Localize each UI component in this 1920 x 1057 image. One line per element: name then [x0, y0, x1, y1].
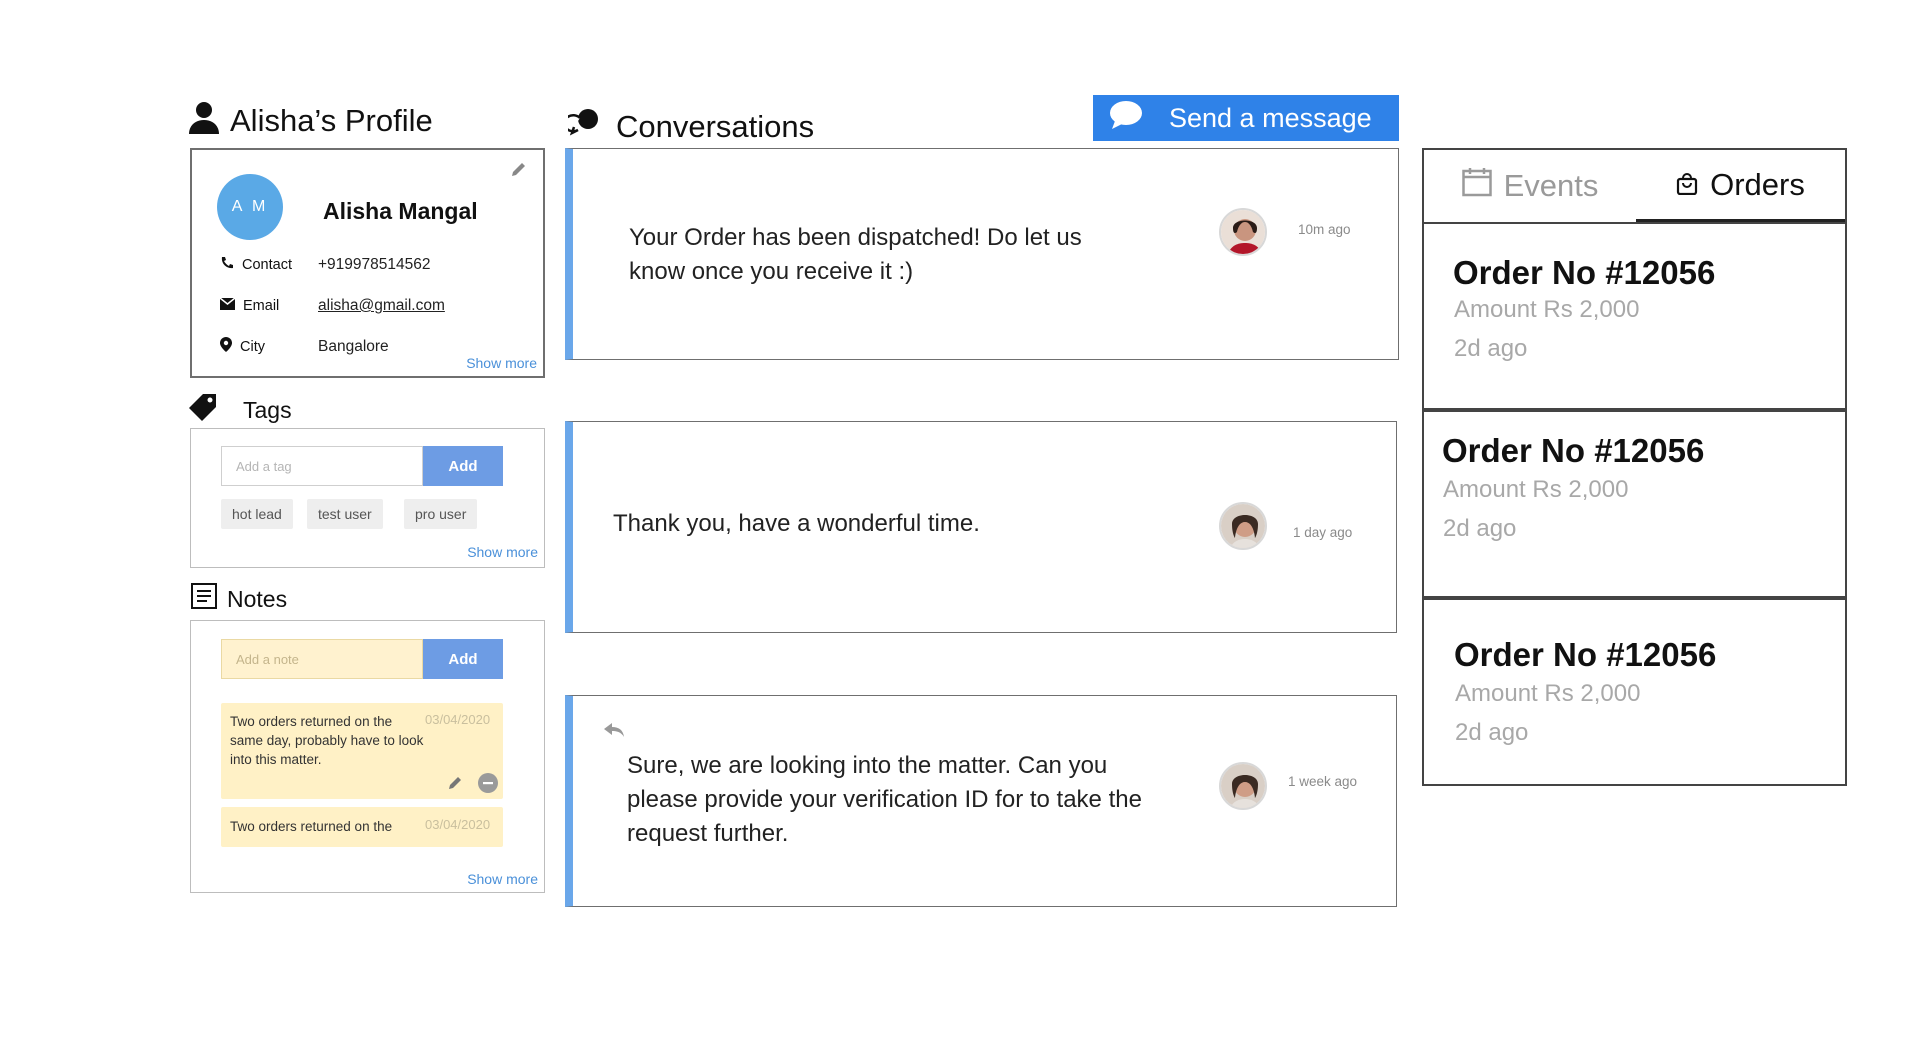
reply-arrow-icon[interactable]	[604, 723, 624, 742]
edit-pencil-icon[interactable]	[510, 160, 528, 183]
add-note-button[interactable]: Add	[423, 639, 503, 679]
profile-heading: Alisha’s Profile	[188, 100, 433, 142]
note-item: Two orders returned on the 03/04/2020	[221, 807, 503, 847]
tag-icon	[187, 392, 219, 428]
send-message-button[interactable]: Send a message	[1093, 95, 1399, 141]
order-time: 2d ago	[1443, 515, 1517, 542]
notes-title: Notes	[227, 585, 288, 612]
location-pin-icon	[220, 337, 232, 356]
order-title: Order No #12056	[1453, 254, 1716, 291]
order-amount: Amount Rs 2,000	[1443, 476, 1629, 503]
email-label: Email	[243, 298, 280, 314]
conversation-time: 10m ago	[1298, 222, 1351, 237]
tag-input[interactable]: Add a tag	[221, 446, 423, 486]
profile-show-more-link[interactable]: Show more	[466, 355, 537, 371]
remove-circle-icon[interactable]	[478, 773, 498, 798]
profile-row-contact: Contact +919978514562	[220, 256, 431, 274]
order-title: Order No #12056	[1442, 432, 1705, 469]
conversation-card[interactable]: Sure, we are looking into the matter. Ca…	[565, 695, 1397, 907]
profile-name: Alisha Mangal	[323, 198, 478, 224]
edit-pencil-icon[interactable]	[448, 774, 464, 795]
agent-avatar	[1219, 762, 1267, 810]
city-label: City	[240, 338, 265, 355]
order-amount: Amount Rs 2,000	[1454, 296, 1640, 323]
order-card[interactable]: Order No #12056 Amount Rs 2,000 2d ago	[1422, 598, 1847, 786]
profile-row-email: Email alisha@gmail.com	[219, 297, 445, 315]
conversations-title: Conversations	[616, 109, 815, 144]
conversations-heading: Conversations	[562, 108, 815, 146]
order-time: 2d ago	[1455, 719, 1529, 746]
conversation-text: Thank you, have a wonderful time.	[613, 510, 980, 537]
tab-orders-label: Orders	[1710, 166, 1805, 202]
envelope-icon	[219, 297, 236, 314]
note-text: Two orders returned on the same day, pro…	[230, 714, 424, 767]
order-time: 2d ago	[1454, 335, 1528, 362]
note-date: 03/04/2020	[425, 712, 491, 727]
email-link[interactable]: alisha@gmail.com	[318, 297, 445, 315]
agent-avatar	[1219, 208, 1267, 256]
note-date: 03/04/2020	[425, 817, 491, 832]
chat-bubbles-icon	[562, 108, 602, 146]
profile-title: Alisha’s Profile	[230, 103, 433, 138]
note-item: Two orders returned on the same day, pro…	[221, 703, 503, 799]
tab-orders[interactable]: Orders	[1635, 150, 1845, 222]
avatar-initials: A M	[217, 174, 283, 240]
notes-card: Add a note Add Two orders returned on th…	[190, 620, 545, 893]
notes-show-more-link[interactable]: Show more	[467, 871, 538, 887]
tab-events-label: Events	[1503, 168, 1599, 203]
calendar-icon	[1461, 167, 1492, 205]
tags-show-more-link[interactable]: Show more	[467, 544, 538, 560]
conversation-time: 1 day ago	[1293, 525, 1353, 540]
conversation-card[interactable]: Thank you, have a wonderful time. 1 day …	[565, 421, 1397, 633]
contact-label: Contact	[242, 257, 292, 273]
agent-avatar	[1219, 502, 1267, 550]
conversation-card[interactable]: Your Order has been dispatched! Do let u…	[565, 148, 1399, 360]
order-card[interactable]: Order No #12056 Amount Rs 2,000 2d ago	[1422, 222, 1847, 410]
notes-icon	[191, 583, 217, 615]
contact-value: +919978514562	[318, 256, 431, 273]
order-title: Order No #12056	[1454, 636, 1717, 673]
tag-chip[interactable]: pro user	[404, 499, 478, 529]
city-value: Bangalore	[318, 337, 389, 355]
notes-heading: Notes	[191, 583, 287, 615]
tab-events[interactable]: Events	[1424, 150, 1636, 222]
tags-heading: Tags	[187, 392, 292, 428]
conversation-time: 1 week ago	[1288, 774, 1358, 789]
conversation-text: Your Order has been dispatched! Do let u…	[629, 224, 1082, 285]
send-message-label: Send a message	[1169, 102, 1372, 133]
add-tag-button[interactable]: Add	[423, 446, 503, 486]
tags-title: Tags	[243, 396, 292, 423]
chat-bubble-icon	[1109, 100, 1143, 137]
order-amount: Amount Rs 2,000	[1455, 680, 1641, 707]
phone-icon	[220, 256, 234, 274]
events-orders-tabs: Events Orders	[1422, 148, 1847, 222]
note-text: Two orders returned on the	[230, 819, 393, 834]
note-input[interactable]: Add a note	[221, 639, 423, 679]
tags-card: Add a tag Add hot lead test user pro use…	[190, 428, 545, 568]
profile-row-city: City Bangalore	[220, 337, 389, 356]
profile-card: A M Alisha Mangal Contact +919978514562 …	[190, 148, 545, 378]
tag-chip[interactable]: test user	[307, 499, 383, 529]
conversation-text: Sure, we are looking into the matter. Ca…	[627, 752, 1142, 847]
order-card[interactable]: Order No #12056 Amount Rs 2,000 2d ago	[1422, 410, 1847, 598]
tag-chip[interactable]: hot lead	[221, 499, 293, 529]
user-icon	[188, 100, 220, 142]
shopping-bag-icon	[1676, 167, 1698, 203]
